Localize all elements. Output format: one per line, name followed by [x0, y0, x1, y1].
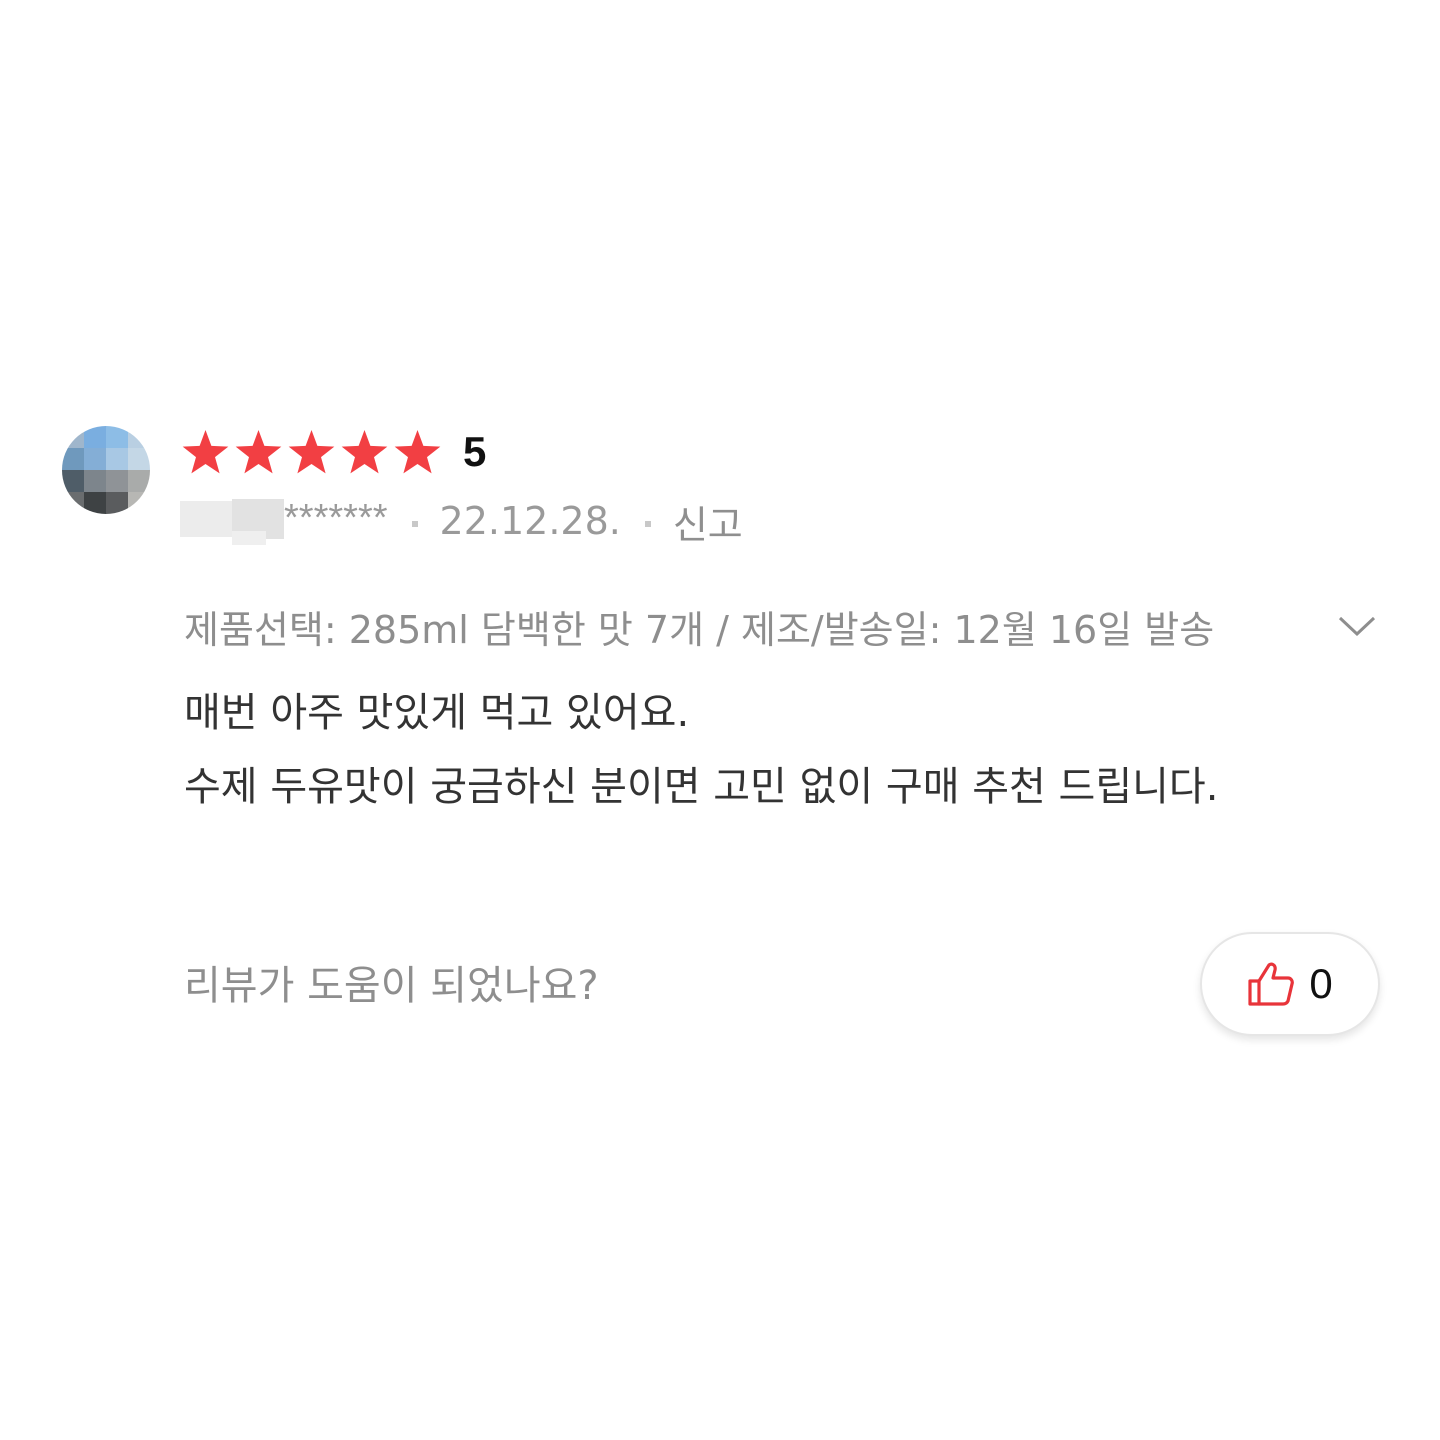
avatar-pixel	[84, 448, 106, 470]
avatar-pixel	[106, 448, 128, 470]
avatar-pixel	[128, 426, 150, 448]
masked-username-image	[180, 497, 284, 545]
review-body: 매번 아주 맛있게 먹고 있어요. 수제 두유맛이 궁금하신 분이면 고민 없이…	[184, 676, 1384, 824]
avatar-pixel	[106, 426, 128, 448]
avatar-pixel	[128, 492, 150, 514]
review-body-line: 매번 아주 맛있게 먹고 있어요.	[184, 690, 690, 736]
separator-dot	[411, 521, 418, 527]
product-options-text: 제품선택: 285ml 담백한 맛 7개 / 제조/발송일: 12월 16일 발…	[184, 607, 1215, 652]
star-filled-icon	[394, 429, 441, 473]
chevron-down-icon[interactable]	[1338, 615, 1376, 637]
star-filled-icon	[288, 429, 335, 473]
avatar-pixel	[84, 426, 106, 448]
review-date: 22.12.28.	[439, 499, 621, 543]
username-mask: *******	[284, 496, 388, 539]
star-filled-icon	[341, 429, 388, 473]
report-link[interactable]: 신고	[673, 494, 743, 549]
separator-dot	[644, 521, 651, 527]
avatar-pixel	[62, 448, 84, 470]
avatar-pixel	[128, 470, 150, 492]
review-body-line: 수제 두유맛이 궁금하신 분이면 고민 없이 구매 추천 드립니다.	[184, 764, 1219, 810]
avatar-pixel	[84, 470, 106, 492]
thumbs-up-icon	[1248, 962, 1295, 1006]
avatar	[62, 426, 150, 514]
avatar-pixel	[62, 470, 84, 492]
star-rating	[180, 427, 443, 478]
avatar-pixel	[128, 448, 150, 470]
like-button[interactable]: 0	[1200, 932, 1380, 1036]
rating-score: 5	[463, 428, 487, 475]
helpful-question: 리뷰가 도움이 되었나요?	[184, 963, 599, 1009]
avatar-pixel	[106, 492, 128, 514]
rating-row: 5	[180, 424, 486, 480]
star-filled-icon	[182, 429, 229, 473]
star-filled-icon	[235, 429, 282, 473]
avatar-pixel	[106, 470, 128, 492]
review-card: 5 ******* 22.12.28. 신고 제품선택: 285ml 담백한 맛…	[0, 0, 1440, 1440]
avatar-pixel	[84, 492, 106, 514]
avatar-pixel	[62, 492, 84, 514]
like-count: 0	[1309, 960, 1333, 1007]
review-meta: ******* 22.12.28. 신고	[180, 495, 743, 547]
avatar-pixel	[62, 426, 84, 448]
product-options-row[interactable]: 제품선택: 285ml 담백한 맛 7개 / 제조/발송일: 12월 16일 발…	[184, 596, 1380, 656]
